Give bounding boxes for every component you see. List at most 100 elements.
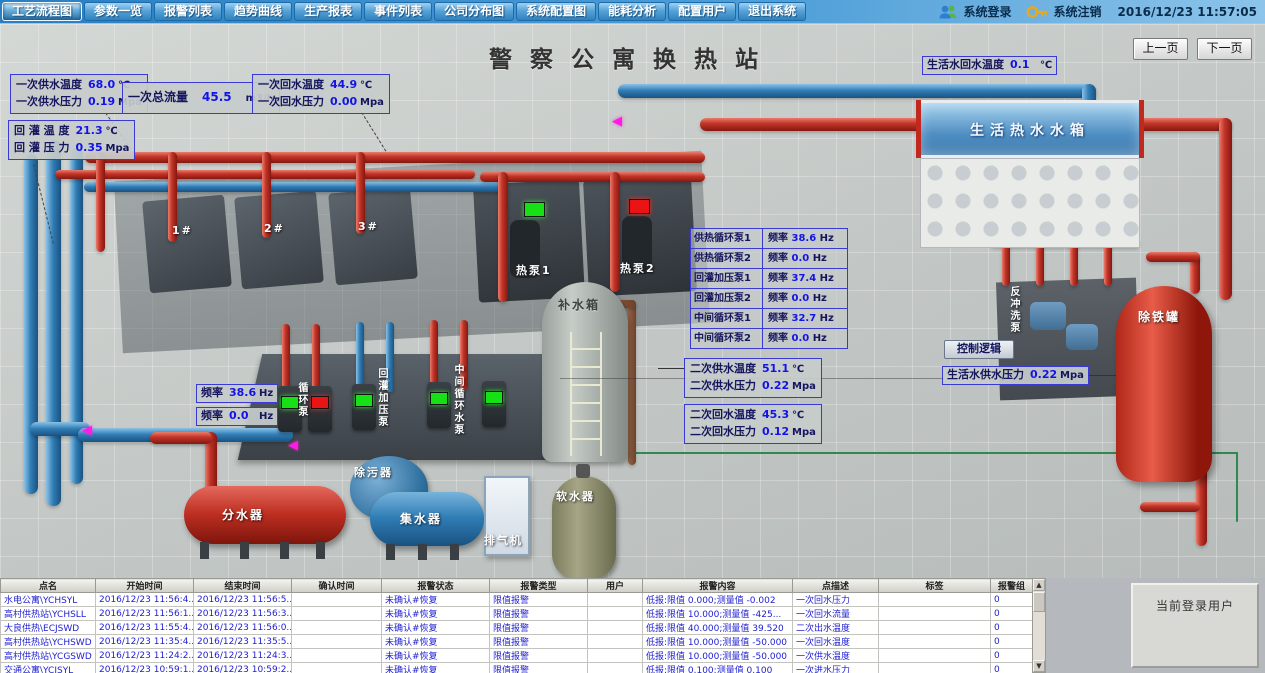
divider-leg	[200, 542, 209, 559]
cell-alarm-group: 0	[991, 607, 1033, 621]
scroll-down-icon[interactable]	[1033, 660, 1045, 672]
backwash-pump-body	[1066, 324, 1098, 350]
alarm-scrollbar[interactable]	[1032, 578, 1046, 673]
cell-alarm-content: 低报:限值 0.100;测量值 0.100	[643, 663, 793, 673]
prev-page-button[interactable]: 上一页	[1133, 38, 1188, 60]
frequency-box-b: 频率0.0Hz	[196, 407, 278, 426]
col-point-desc[interactable]: 点描述	[793, 579, 879, 593]
alarm-row[interactable]: 高村供热站\YCGSWD 2016/12/23 11:24:2... 2016/…	[1, 649, 1033, 663]
label-exchanger-1: 1#	[172, 224, 193, 237]
col-alarm-content[interactable]: 报警内容	[643, 579, 793, 593]
cell-start-time: 2016/12/23 11:56:4...	[96, 593, 194, 607]
menu-tab[interactable]: 系统配置图	[516, 2, 596, 21]
pump-name: 回灌加压泵1	[691, 269, 763, 288]
cell-alarm-content: 低报:限值 0.000;测量值 -0.002	[643, 593, 793, 607]
label-exchanger-3: 3#	[358, 220, 379, 233]
control-logic-button[interactable]: 控制逻辑	[944, 340, 1014, 359]
menu-bar: 工艺流程图 参数一览 报警列表 趋势曲线 生产报表	[0, 0, 1265, 24]
system-logout-button[interactable]: 系统注销	[1054, 3, 1102, 20]
cell-alarm-group: 0	[991, 635, 1033, 649]
menu-tab[interactable]: 趋势曲线	[224, 2, 292, 21]
backwash-pump-body	[1030, 302, 1066, 330]
cell-alarm-type: 限值报警	[490, 635, 588, 649]
col-alarm-state[interactable]: 报警状态	[382, 579, 490, 593]
menu-tab[interactable]: 报警列表	[154, 2, 222, 21]
pump-name: 中间循环泵1	[691, 309, 763, 328]
pump-frequency-row: 中间循环泵1 频率 32.7 Hz	[691, 309, 847, 329]
alarm-row[interactable]: 高村供热站\YCHSLL 2016/12/23 11:56:1... 2016/…	[1, 607, 1033, 621]
col-user[interactable]: 用户	[588, 579, 643, 593]
cell-point-name: 交通公寓\YCJSYL	[1, 663, 96, 673]
system-login-button[interactable]: 系统登录	[964, 3, 1012, 20]
leader-line	[361, 112, 386, 152]
next-page-button[interactable]: 下一页	[1197, 38, 1252, 60]
process-flow-diagram: 警察公寓换热站	[0, 24, 1265, 578]
pump-frequency-row: 回灌加压泵2 频率 0.0 Hz	[691, 289, 847, 309]
pump-name: 中间循环泵2	[691, 329, 763, 348]
alarm-row[interactable]: 大良供热\ECJSWD 2016/12/23 11:55:4... 2016/1…	[1, 621, 1033, 635]
menu-tab[interactable]: 参数一览	[84, 2, 152, 21]
current-user-panel: 当前登录用户	[1131, 583, 1259, 668]
cell-ack-time	[292, 635, 382, 649]
cell-tag	[879, 621, 991, 635]
status-led-red	[311, 396, 329, 409]
pipe-red	[498, 172, 508, 302]
pump-name: 供热循环泵2	[691, 249, 763, 268]
cell-point-name: 高村供热站\YCGSWD	[1, 649, 96, 663]
menu-tab[interactable]: 配置用户	[668, 2, 736, 21]
pipe-red	[1140, 502, 1200, 512]
scroll-thumb[interactable]	[1033, 592, 1045, 612]
softener-valve	[576, 464, 590, 478]
cell-point-name: 高村供热站\YCHSLL	[1, 607, 96, 621]
menu-tabs: 工艺流程图 参数一览 报警列表 趋势曲线 生产报表	[0, 0, 808, 24]
divider-leg	[316, 542, 325, 559]
cell-point-name: 水电公寓\YCHSYL	[1, 593, 96, 607]
col-point-name[interactable]: 点名	[1, 579, 96, 593]
cell-point-desc: 一次进水压力	[793, 663, 879, 673]
col-end-time[interactable]: 结束时间	[194, 579, 292, 593]
cell-ack-time	[292, 663, 382, 673]
pipe-blue	[46, 140, 61, 506]
menu-tab[interactable]: 生产报表	[294, 2, 362, 21]
menu-tab[interactable]: 退出系统	[738, 2, 806, 21]
cell-start-time: 2016/12/23 10:59:1...	[96, 663, 194, 673]
heat-exchanger-1	[142, 195, 232, 294]
pump-frequency-row: 中间循环泵2 频率 0.0 Hz	[691, 329, 847, 348]
flow-arrow-icon	[288, 438, 298, 453]
alarm-row[interactable]: 水电公寓\YCHSYL 2016/12/23 11:56:4... 2016/1…	[1, 593, 1033, 607]
cell-end-time: 2016/12/23 10:59:2...	[194, 663, 292, 673]
primary-return-box: 一次回水温度44.9℃ 一次回水压力0.00Mpa	[252, 74, 390, 114]
pump-frequency: 频率 0.0 Hz	[763, 329, 847, 348]
heat-pump-1-led	[524, 202, 545, 217]
menu-tab-label: 公司分布图	[444, 4, 504, 18]
mid-circulation-pump-1	[427, 382, 451, 428]
cell-alarm-content: 低报:限值 40.000;测量值 39.520	[643, 621, 793, 635]
users-icon	[938, 4, 958, 20]
col-alarm-group[interactable]: 报警组	[991, 579, 1033, 593]
alarm-row[interactable]: 交通公寓\YCJSYL 2016/12/23 10:59:1... 2016/1…	[1, 663, 1033, 673]
cell-tag	[879, 635, 991, 649]
collector-leg	[386, 544, 395, 560]
menu-tab-label: 配置用户	[678, 4, 726, 18]
menu-tab[interactable]: 能耗分析	[598, 2, 666, 21]
cell-point-desc: 一次供水温度	[793, 649, 879, 663]
cell-alarm-content: 低报:限值 10.000;测量值 -425...	[643, 607, 793, 621]
menu-tab[interactable]: 工艺流程图	[2, 2, 82, 21]
alarm-row[interactable]: 高村供热站\YCHSWD 2016/12/23 11:35:4... 2016/…	[1, 635, 1033, 649]
secondary-supply-box: 二次供水温度51.1℃ 二次供水压力0.22Mpa	[684, 358, 822, 398]
label-iron-removal: 除铁罐	[1138, 308, 1180, 325]
col-ack-time[interactable]: 确认时间	[292, 579, 382, 593]
cell-end-time: 2016/12/23 11:56:5...	[194, 593, 292, 607]
pipe-blue	[356, 322, 364, 392]
menu-tab-label: 退出系统	[748, 4, 796, 18]
pipe-blue	[24, 154, 38, 494]
pump-frequency: 频率 37.4 Hz	[763, 269, 847, 288]
hot-water-tank-body	[920, 158, 1140, 248]
col-start-time[interactable]: 开始时间	[96, 579, 194, 593]
cell-alarm-type: 限值报警	[490, 607, 588, 621]
menu-tab[interactable]: 事件列表	[364, 2, 432, 21]
scroll-up-icon[interactable]	[1033, 579, 1045, 591]
col-tag[interactable]: 标签	[879, 579, 991, 593]
col-alarm-type[interactable]: 报警类型	[490, 579, 588, 593]
menu-tab[interactable]: 公司分布图	[434, 2, 514, 21]
